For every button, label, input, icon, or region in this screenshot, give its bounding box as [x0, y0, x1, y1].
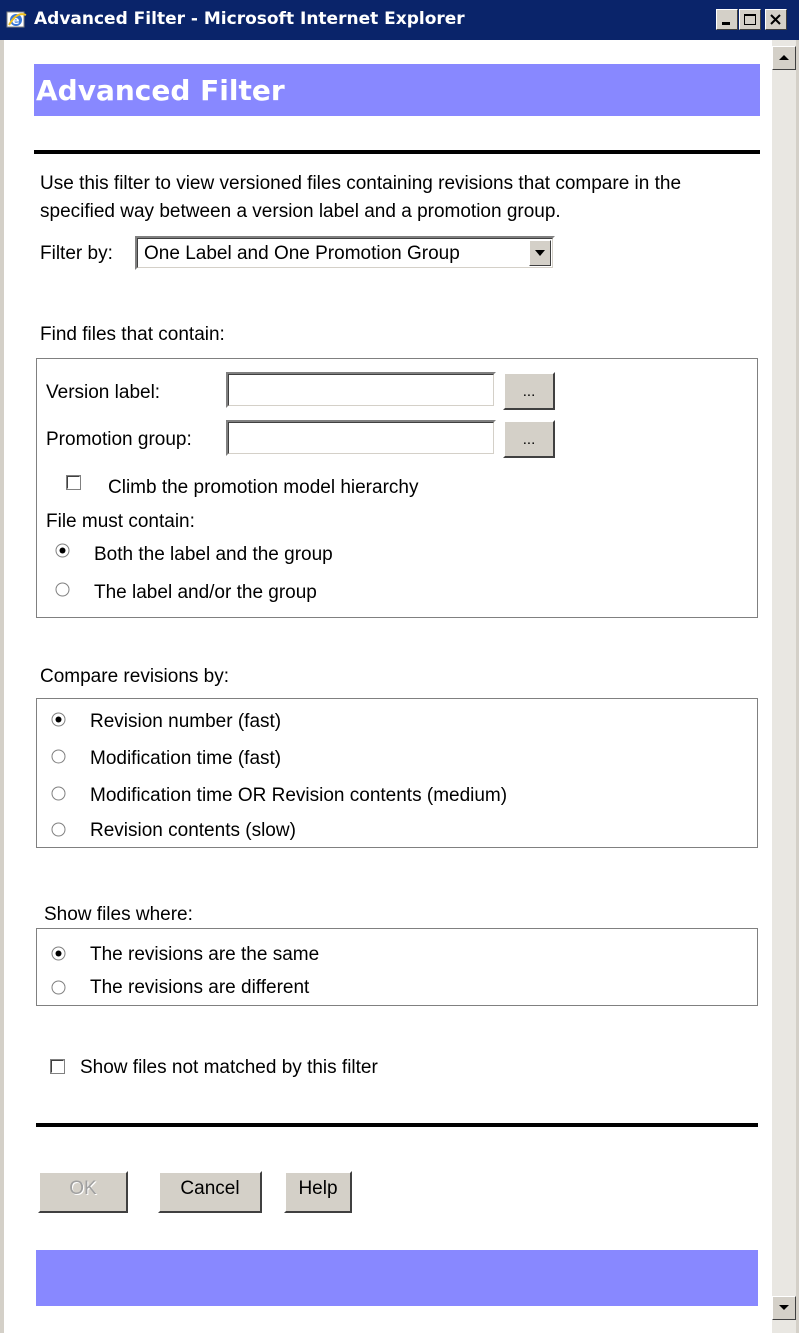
version-label-label: Version label:	[46, 382, 161, 403]
radio-and-or[interactable]	[55, 582, 70, 597]
option-modification-time-label: Modification time (fast)	[90, 748, 282, 769]
chevron-down-icon	[535, 250, 545, 256]
filter-by-label: Filter by:	[40, 243, 113, 264]
maximize-button[interactable]	[739, 9, 761, 30]
find-section-heading: Find files that contain:	[40, 324, 225, 345]
browse-promotion-button[interactable]: ...	[503, 420, 555, 458]
minimize-button[interactable]	[716, 9, 738, 30]
scroll-down-button[interactable]	[772, 1296, 796, 1320]
option-same-label: The revisions are the same	[90, 944, 320, 965]
radio-modification-or-contents[interactable]	[51, 786, 66, 801]
cancel-button[interactable]: Cancel	[158, 1171, 262, 1213]
show-unmatched-checkbox[interactable]	[50, 1059, 65, 1074]
show-unmatched-label: Show files not matched by this filter	[80, 1057, 378, 1078]
filter-by-value: One Label and One Promotion Group	[144, 243, 460, 264]
ok-button[interactable]: OK	[38, 1171, 128, 1213]
promotion-group-input[interactable]	[226, 420, 496, 456]
version-label-input[interactable]	[226, 372, 496, 408]
filter-by-select[interactable]: One Label and One Promotion Group	[135, 236, 555, 270]
vertical-scrollbar[interactable]	[772, 40, 796, 1333]
compare-section-heading: Compare revisions by:	[40, 666, 230, 687]
top-divider	[34, 150, 760, 154]
browse-version-button[interactable]: ...	[503, 372, 555, 410]
maximize-icon	[744, 14, 756, 25]
intro-text: Use this filter to view versioned files …	[40, 173, 682, 222]
arrow-up-icon	[779, 55, 789, 60]
window-title: Advanced Filter - Microsoft Internet Exp…	[34, 9, 465, 29]
climb-hierarchy-label: Climb the promotion model hierarchy	[108, 477, 419, 498]
radio-modification-time[interactable]	[51, 749, 66, 764]
header-bar: Advanced Filter	[34, 64, 760, 116]
scroll-up-button[interactable]	[772, 46, 796, 70]
climb-hierarchy-checkbox[interactable]	[66, 475, 81, 490]
arrow-down-icon	[779, 1305, 789, 1310]
page-content: Advanced Filter Use this filter to view …	[4, 40, 772, 1333]
must-contain-label: File must contain:	[46, 511, 195, 532]
option-revision-contents-label: Revision contents (slow)	[90, 820, 296, 841]
close-icon	[770, 14, 781, 25]
window-titlebar[interactable]: e Advanced Filter - Microsoft Internet E…	[0, 0, 799, 40]
option-both-label: Both the label and the group	[94, 544, 333, 565]
ie-icon: e	[6, 11, 27, 28]
help-button[interactable]: Help	[284, 1171, 352, 1213]
footer-bar	[36, 1250, 758, 1306]
promotion-group-label: Promotion group:	[46, 429, 192, 450]
radio-revision-number[interactable]	[51, 712, 66, 727]
option-modification-or-contents-label: Modification time OR Revision contents (…	[90, 785, 508, 806]
option-revision-number-label: Revision number (fast)	[90, 711, 282, 732]
bottom-divider	[36, 1123, 758, 1127]
option-different-label: The revisions are different	[90, 977, 310, 998]
radio-same[interactable]	[51, 946, 66, 961]
radio-both[interactable]	[55, 543, 70, 558]
radio-different[interactable]	[51, 980, 66, 995]
page-title: Advanced Filter	[36, 74, 285, 107]
close-button[interactable]	[765, 9, 787, 30]
dropdown-button[interactable]	[529, 240, 551, 266]
show-section-heading: Show files where:	[44, 904, 193, 925]
radio-revision-contents[interactable]	[51, 822, 66, 837]
option-and-or-label: The label and/or the group	[94, 582, 317, 603]
minimize-icon	[722, 22, 730, 25]
